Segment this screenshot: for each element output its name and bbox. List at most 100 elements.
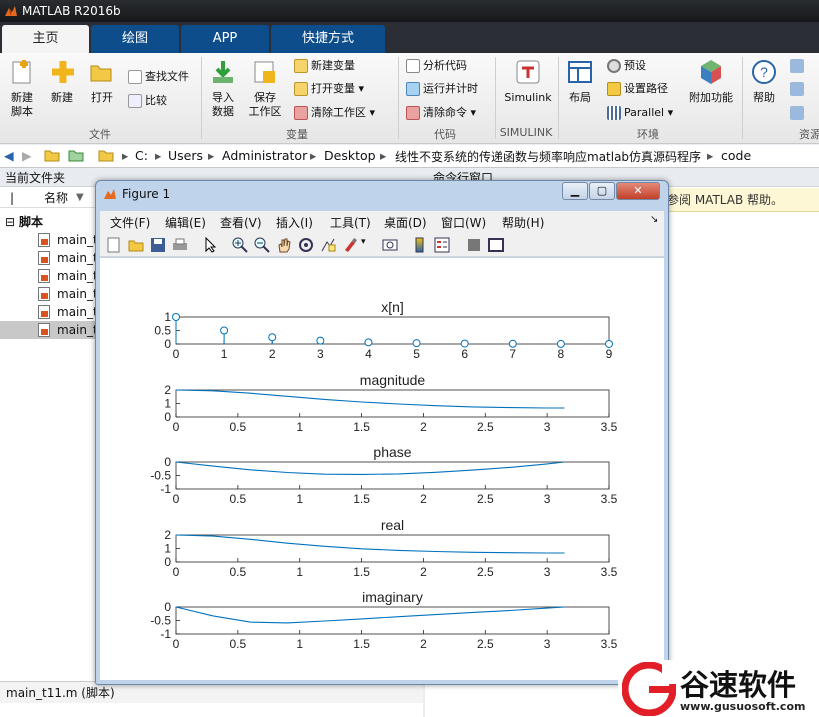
zoom-out-icon[interactable] [254, 237, 270, 253]
column-header[interactable]: | 名称 ▼ [0, 188, 96, 208]
file-row[interactable]: main_t [0, 249, 98, 267]
compare-button[interactable]: 比较 [128, 91, 167, 111]
file-row[interactable]: main_t [0, 267, 98, 285]
close-button[interactable]: ✕ [616, 182, 660, 200]
resources-group-label: 资源 [799, 128, 819, 141]
import-data-button[interactable]: 导入 数据 [204, 91, 242, 119]
tab-home[interactable]: 主页 [2, 25, 89, 53]
notice-text: 请参阅 MATLAB 帮助。 [655, 193, 783, 207]
x-tick-label: 4 [365, 347, 372, 361]
watermark-url: www.gusuosoft.com [680, 700, 806, 713]
menu-edit[interactable]: 编辑(E) [165, 214, 206, 231]
new-button[interactable]: 新建 [44, 91, 80, 105]
link-plot-icon[interactable] [382, 237, 398, 253]
y-tick-label: 2 [164, 528, 171, 542]
layout-button[interactable]: 布局 [562, 91, 598, 105]
find-files-button[interactable]: 查找文件 [128, 67, 189, 87]
simulink-button[interactable]: Simulink [500, 91, 556, 105]
root-folder-icon [98, 148, 114, 165]
file-row[interactable]: main_t [0, 303, 98, 321]
tab-plots[interactable]: 绘图 [91, 25, 179, 53]
collapse-icon[interactable]: ⊟ [5, 213, 15, 231]
rotate-3d-icon[interactable] [298, 237, 314, 253]
path-part[interactable]: Users [168, 148, 203, 163]
community-button[interactable] [790, 56, 807, 76]
y-tick-label: 1 [164, 397, 171, 411]
new-figure-icon[interactable] [106, 237, 122, 253]
path-part[interactable]: C: [135, 148, 148, 163]
folder-name: 脚本 [19, 215, 44, 229]
save-workspace-button[interactable]: 保存 工作区 [245, 91, 285, 119]
brush-icon[interactable] [342, 237, 358, 253]
path-part[interactable]: Administrator [222, 148, 307, 163]
zoom-in-icon[interactable] [232, 237, 248, 253]
path-part[interactable]: Desktop [324, 148, 376, 163]
set-path-button[interactable]: 设置路径 [607, 79, 668, 99]
figure-canvas[interactable]: x[n] 0 0.5 1 0 1 2 3 4 5 6 7 8 9 magnitude 0 1 2 0 0.5 1 1.5 2… [100, 258, 664, 680]
figure-title: Figure 1 [122, 187, 171, 201]
address-bar[interactable]: ◀ ▶ ▸ C: ▸ Users ▸ Administrator ▸ Deskt… [0, 145, 819, 168]
y-tick-label: 0 [164, 600, 171, 614]
colorbar-icon[interactable] [412, 237, 428, 253]
menu-file[interactable]: 文件(F) [110, 214, 150, 231]
path-part[interactable]: 线性不变系统的传递函数与频率响应matlab仿真源码程序 [395, 148, 701, 165]
open-file-icon[interactable] [128, 237, 144, 253]
data-cursor-icon[interactable] [320, 237, 336, 253]
menu-help[interactable]: 帮助(H) [502, 214, 544, 231]
x-tick-label: 3.5 [601, 492, 618, 506]
tab-shortcuts[interactable]: 快捷方式 [271, 25, 385, 53]
file-row[interactable]: main_t [0, 285, 98, 303]
sort-arrow-icon[interactable]: ▼ [76, 188, 84, 208]
dock-arrow-icon[interactable]: ↘ [650, 214, 658, 225]
pan-hand-icon[interactable] [276, 237, 292, 253]
legend-icon[interactable] [434, 237, 450, 253]
forward-arrow-icon[interactable]: ▶ [22, 148, 32, 163]
new-script-button[interactable]: 新建 脚本 [4, 91, 40, 119]
preferences-button[interactable]: 预设 [607, 56, 646, 76]
file-row-selected[interactable]: main_t [0, 321, 98, 339]
run-and-time-button[interactable]: 运行并计时 [406, 79, 478, 99]
print-icon[interactable] [172, 237, 188, 253]
up-folder-icon[interactable] [44, 148, 60, 165]
open-button[interactable]: 打开 [84, 91, 120, 105]
subplot-title: x[n] [381, 299, 404, 315]
matlab-file-icon [38, 305, 50, 319]
help-button[interactable]: 帮助 [746, 91, 782, 105]
tab-apps[interactable]: APP [181, 25, 269, 53]
browse-folder-icon[interactable] [68, 148, 84, 165]
folder-row[interactable]: ⊟ 脚本 [0, 213, 96, 231]
pointer-icon[interactable] [203, 237, 219, 253]
path-part[interactable]: code [721, 148, 751, 163]
minimize-button[interactable]: ▁ [562, 182, 588, 200]
matlab-file-icon [38, 287, 50, 301]
x-tick-label: 1 [296, 492, 303, 506]
set-path-icon [607, 82, 621, 96]
open-variable-button[interactable]: 打开变量 ▾ [294, 79, 364, 99]
file-row[interactable]: main_t [0, 231, 98, 249]
new-variable-button[interactable]: 新建变量 [294, 56, 355, 76]
new-variable-icon [294, 59, 308, 73]
menu-tools[interactable]: 工具(T) [330, 214, 371, 231]
back-arrow-icon[interactable]: ◀ [4, 148, 14, 163]
save-icon[interactable] [150, 237, 166, 253]
figure-window[interactable]: Figure 1 ▁ ▢ ✕ 文件(F) 编辑(E) 查看(V) 插入(I) 工… [95, 180, 669, 685]
menu-window[interactable]: 窗口(W) [441, 214, 486, 231]
hide-plot-tools-icon[interactable] [466, 237, 482, 253]
learn-button[interactable] [790, 103, 807, 123]
analyze-code-button[interactable]: 分析代码 [406, 56, 467, 76]
axes-box [175, 316, 610, 345]
x-tick-label: 3 [544, 565, 551, 579]
brush-dropdown-icon[interactable]: ▾ [361, 237, 366, 247]
clear-commands-button[interactable]: 清除命令 ▾ [406, 103, 476, 123]
menu-insert[interactable]: 插入(I) [276, 214, 313, 231]
request-support-button[interactable] [790, 79, 807, 99]
parallel-button[interactable]: Parallel ▾ [607, 103, 673, 123]
show-plot-tools-icon[interactable] [488, 237, 504, 253]
maximize-button[interactable]: ▢ [589, 182, 615, 200]
addons-button[interactable]: 附加功能 [686, 91, 736, 105]
compare-icon [128, 94, 142, 108]
menu-view[interactable]: 查看(V) [220, 214, 262, 231]
clear-workspace-button[interactable]: 清除工作区 ▾ [294, 103, 375, 123]
menu-desktop[interactable]: 桌面(D) [384, 214, 427, 231]
path-separator: ▸ [707, 148, 714, 163]
